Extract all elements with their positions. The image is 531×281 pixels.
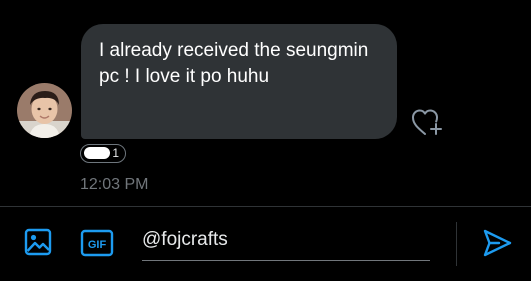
reaction-emoji-icon xyxy=(84,147,110,159)
gif-icon-label: GIF xyxy=(88,239,107,251)
composer-divider xyxy=(0,206,531,207)
message-bubble: I already received the seungmin pc ! I l… xyxy=(81,24,397,139)
send-divider xyxy=(456,222,457,266)
add-reaction-heart-icon xyxy=(412,109,442,135)
message-timestamp: 12:03 PM xyxy=(80,176,149,193)
reaction-count: 1 xyxy=(112,146,119,160)
send-icon xyxy=(483,229,512,257)
image-icon xyxy=(24,228,52,256)
message-input[interactable] xyxy=(142,227,430,253)
gif-icon: GIF xyxy=(80,229,114,257)
message-input-field[interactable] xyxy=(142,227,430,261)
send-button[interactable] xyxy=(481,227,513,259)
add-reaction-button[interactable] xyxy=(409,105,447,139)
avatar[interactable] xyxy=(17,83,72,138)
reaction-pill[interactable]: 1 xyxy=(80,144,126,163)
avatar-photo xyxy=(17,83,72,138)
message-text: I already received the seungmin pc ! I l… xyxy=(99,40,369,87)
add-image-button[interactable] xyxy=(23,227,53,257)
add-gif-button[interactable]: GIF xyxy=(80,228,114,258)
